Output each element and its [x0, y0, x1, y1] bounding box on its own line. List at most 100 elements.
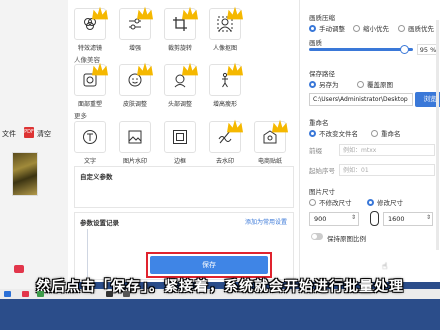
crown-icon: [182, 62, 198, 76]
crown-icon: [137, 62, 153, 76]
taskbar-app-icon[interactable]: [37, 291, 44, 297]
crown-icon: [92, 6, 108, 20]
radio-label: 手动调整: [319, 25, 345, 33]
tool-skin-adjust[interactable]: 皮肤调整: [119, 62, 153, 108]
radio-dot: [309, 198, 316, 206]
crown-icon: [227, 62, 243, 76]
width-stepper-icon[interactable]: ⇕: [351, 214, 356, 221]
radio-keep-filename[interactable]: 不改变文件名: [309, 128, 358, 138]
prefix-input[interactable]: 例如：mtxx: [339, 144, 435, 156]
tool-remove-watermark[interactable]: 去水印: [209, 119, 243, 165]
tool-label: 增强: [128, 45, 141, 52]
radio-manual-adjust[interactable]: 手动调整: [309, 23, 345, 33]
start-number-input[interactable]: 例如：01: [339, 164, 435, 176]
crown-icon: [92, 62, 108, 76]
tool-face-reshape[interactable]: 面部重塑: [74, 62, 108, 108]
radio-dot: [353, 24, 360, 32]
radio-rename[interactable]: 重命名: [371, 128, 401, 138]
tool-label: 电商贴纸: [257, 158, 282, 165]
tools-row-basic: 特效滤镜 增强 裁剪旋转 人像抠图: [74, 6, 243, 52]
custom-params-panel: 自定义参数: [74, 166, 294, 208]
tool-label: 人像抠图: [212, 45, 237, 52]
add-to-favorites-link[interactable]: 添加为常用设置: [245, 217, 287, 226]
records-divider: [87, 229, 88, 277]
tool-border[interactable]: 边框: [164, 121, 196, 165]
keep-ratio-label: 保持原图比例: [327, 235, 366, 243]
prefix-field: 前缀 例如：mtxx: [309, 144, 435, 156]
output-settings-panel: 画质压缩 手动调整 缩小优先 画质优先 画质 95 % 保存路径 另存为 覆盖原…: [301, 0, 440, 282]
desktop-clear-label: 清空: [37, 130, 51, 138]
aspect-lock-icon[interactable]: [370, 211, 379, 226]
taskbar-app-icon[interactable]: [106, 291, 113, 297]
text-icon: [83, 130, 97, 144]
start-menu-icon[interactable]: [4, 291, 11, 297]
radio-keep-size[interactable]: 不修改尺寸: [309, 197, 352, 207]
radio-dot-selected: [309, 129, 316, 137]
radio-size-priority[interactable]: 缩小优先: [353, 23, 389, 33]
keep-ratio-toggle[interactable]: [311, 233, 323, 240]
radio-label: 覆盖原图: [367, 81, 393, 89]
radio-label: 不改变文件名: [319, 130, 358, 138]
tool-label: 图片水印: [122, 158, 147, 165]
tool-label: 边框: [173, 158, 186, 165]
radio-overwrite[interactable]: 覆盖原图: [357, 79, 393, 89]
tool-label: 文字: [83, 158, 96, 165]
custom-params-title: 自定义参数: [80, 173, 113, 181]
radio-dot-selected: [309, 24, 316, 32]
radio-label: 另存为: [319, 81, 339, 89]
tool-effects[interactable]: 特效滤镜: [74, 6, 108, 52]
tool-label: 去水印: [215, 158, 234, 165]
prefix-label: 前缀: [309, 147, 322, 155]
tool-body-slim[interactable]: 增高瘦形: [209, 62, 243, 108]
tool-label: 增高瘦形: [212, 101, 237, 108]
start-number-label: 起始序号: [309, 167, 335, 175]
save-path-label: 保存路径: [309, 70, 335, 78]
tool-sticker[interactable]: 电商贴纸: [254, 119, 288, 165]
tool-enhance[interactable]: 增强: [119, 6, 153, 52]
start-number-field: 起始序号 例如：01: [309, 164, 435, 176]
taskbar-app-icon[interactable]: [123, 291, 130, 297]
tool-label: 皮肤调整: [122, 101, 147, 108]
desktop-file-label: 文件: [2, 130, 16, 138]
pdf-file-icon[interactable]: PDF: [24, 127, 34, 138]
tools-row-portrait: 面部重塑 皮肤调整 头部调整 增高瘦形: [74, 62, 243, 108]
image-watermark-icon: [128, 130, 142, 144]
desktop-photo-thumbnail[interactable]: [12, 152, 38, 196]
app-shortcut-icon[interactable]: [14, 265, 24, 273]
radio-save-as[interactable]: 另存为: [309, 79, 339, 89]
quality-slider-handle[interactable]: [400, 45, 409, 54]
tool-image-watermark[interactable]: 图片水印: [119, 121, 151, 165]
tools-row-more: 文字 图片水印 边框 去水印 电商贴纸: [74, 119, 288, 165]
param-records-title: 参数设置记录: [80, 219, 119, 227]
tool-label: 面部重塑: [77, 101, 102, 108]
taskbar-app-icon[interactable]: [22, 291, 29, 297]
tool-crop[interactable]: 裁剪旋转: [164, 6, 198, 52]
radio-label: 缩小优先: [363, 25, 389, 33]
image-size-label: 图片尺寸: [309, 188, 335, 196]
save-path-input[interactable]: C:\Users\Administrator\Desktop: [309, 93, 413, 106]
crown-icon: [182, 6, 198, 20]
radio-label: 画质优先: [408, 25, 434, 33]
tool-head-adjust[interactable]: 头部调整: [164, 62, 198, 108]
tool-text[interactable]: 文字: [74, 121, 106, 165]
radio-label: 不修改尺寸: [319, 199, 352, 207]
tool-label: 裁剪旋转: [167, 45, 192, 52]
tool-portrait-cutout[interactable]: 人像抠图: [209, 6, 243, 52]
batch-image-editor-window: 特效滤镜 增强 裁剪旋转 人像抠图 人像美容 面部重塑 皮肤调整 头部调整 增高…: [68, 0, 440, 282]
more-section-title: 更多: [74, 112, 87, 120]
tools-panel: 特效滤镜 增强 裁剪旋转 人像抠图 人像美容 面部重塑 皮肤调整 头部调整 增高…: [68, 0, 300, 282]
radio-dot: [371, 129, 378, 137]
quality-slider-track[interactable]: [309, 48, 413, 51]
crown-icon: [272, 119, 288, 133]
border-icon: [173, 130, 187, 144]
settings-scrollbar[interactable]: [436, 20, 439, 250]
compress-label: 画质压缩: [309, 14, 335, 22]
radio-dot-selected: [367, 198, 374, 206]
save-button[interactable]: 保存: [150, 256, 268, 274]
quality-label: 画质: [309, 39, 322, 47]
rename-label: 重命名: [309, 119, 329, 127]
height-stepper-icon[interactable]: ⇕: [426, 214, 431, 221]
radio-quality-priority[interactable]: 画质优先: [398, 23, 434, 33]
radio-dot: [357, 80, 364, 88]
radio-change-size[interactable]: 修改尺寸: [367, 197, 403, 207]
